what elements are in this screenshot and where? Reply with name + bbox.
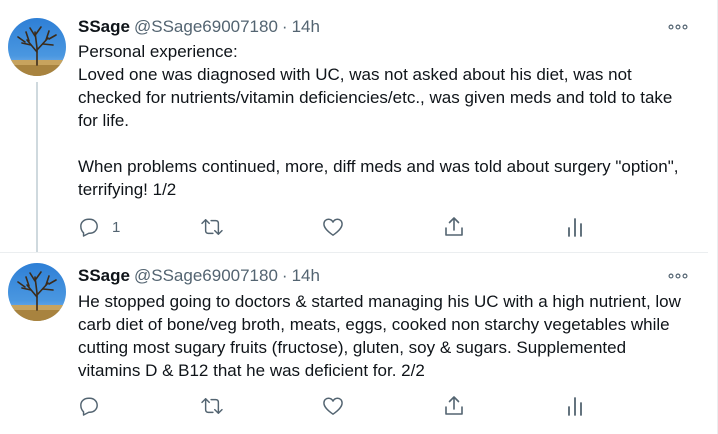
timestamp[interactable]: 14h [292,266,320,285]
more-options-button[interactable] [666,267,690,285]
separator: · [281,266,288,285]
share-button[interactable] [444,391,464,421]
share-icon [445,217,463,236]
heart-icon [323,218,343,236]
analytics-icon [568,397,582,416]
more-horizontal-icon [668,24,688,30]
text-line: Loved one was diagnosed with UC, was not… [78,65,673,130]
reply-button[interactable]: 1 [78,212,120,242]
reply-button[interactable] [78,391,100,421]
text-line: Personal experience: [78,42,238,61]
analytics-button[interactable] [566,212,584,242]
share-icon [445,396,463,415]
tweet-actions: 1 [68,212,598,242]
author-name[interactable]: SSage [78,17,130,36]
like-button[interactable] [322,391,344,421]
retweet-icon [201,219,223,235]
like-button[interactable] [322,212,344,242]
thread-connector-line [36,82,38,252]
retweet-button[interactable] [200,391,224,421]
author-name[interactable]: SSage [78,266,130,285]
tweet[interactable]: SSage @SSage69007180 · 14h He stopped going… [0,252,708,434]
author-handle[interactable]: @SSage69007180 [134,266,278,285]
tweet-header: SSage @SSage69007180 · 14h [78,16,320,38]
reply-icon [80,218,98,237]
share-button[interactable] [444,212,464,242]
more-options-button[interactable] [666,18,690,36]
retweet-button[interactable] [200,212,224,242]
heart-icon [323,397,343,415]
tweet-text: He stopped going to doctors & started ma… [78,290,693,382]
reply-icon [80,397,98,416]
tweet-header: SSage @SSage69007180 · 14h [78,265,320,287]
tweet-text: Personal experience: Loved one was diagn… [78,40,693,201]
text-line: He stopped going to doctors & started ma… [78,292,681,380]
analytics-button[interactable] [566,391,584,421]
avatar[interactable] [8,263,66,321]
tweet-actions [68,391,598,421]
author-handle[interactable]: @SSage69007180 [134,17,278,36]
tweet[interactable]: SSage @SSage69007180 · 14h Personal experie… [0,0,708,252]
text-line: When problems continued, more, diff meds… [78,157,679,199]
separator: · [281,17,288,36]
retweet-icon [201,398,223,414]
timestamp[interactable]: 14h [292,17,320,36]
analytics-icon [568,218,582,237]
more-horizontal-icon [668,273,688,279]
avatar[interactable] [8,18,66,76]
thread-container: SSage @SSage69007180 · 14h Personal experie… [0,0,718,434]
reply-count: 1 [112,218,121,236]
